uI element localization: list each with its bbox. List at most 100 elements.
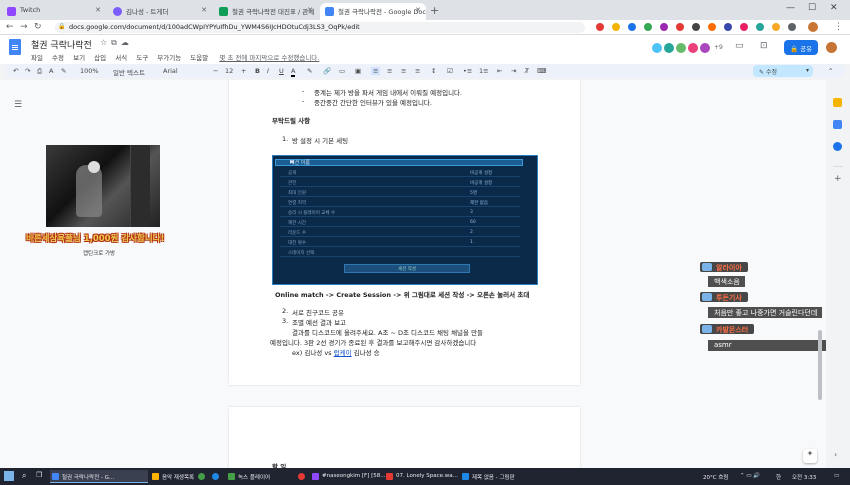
close-icon[interactable]: ✕	[201, 6, 207, 14]
share-button[interactable]: 🔒 공유	[784, 40, 818, 55]
bullet-list-icon[interactable]: •≡	[463, 67, 472, 75]
extension-icon[interactable]	[692, 23, 700, 31]
link-icon[interactable]: 🔗	[323, 67, 331, 75]
extension-icon[interactable]	[772, 23, 780, 31]
menu-file[interactable]: 파일	[31, 54, 43, 62]
cloud-icon[interactable]: ☁	[121, 38, 133, 47]
font-size-decrease[interactable]: −	[213, 67, 218, 75]
app-icon[interactable]	[198, 473, 205, 480]
extension-icon[interactable]	[660, 23, 668, 31]
taskbar-item[interactable]: 음악 재생목록	[150, 470, 196, 483]
docs-home-icon[interactable]	[9, 39, 21, 55]
maximize-icon[interactable]: ☐	[808, 3, 816, 13]
document-page[interactable]: 할 일	[229, 407, 580, 468]
document-title[interactable]: 철권 극락나락전	[31, 38, 92, 51]
back-icon[interactable]: ←	[6, 22, 14, 32]
weather-indicator[interactable]: 20°C 흐림	[703, 473, 728, 481]
forward-icon[interactable]: →	[20, 22, 28, 32]
tasks-icon[interactable]	[833, 142, 842, 151]
redo-icon[interactable]: ↷	[25, 67, 30, 75]
extension-icon[interactable]	[756, 23, 764, 31]
image-icon[interactable]: ▣	[355, 67, 361, 75]
comment-add-icon[interactable]: ▭	[339, 67, 345, 75]
bold-icon[interactable]: B	[255, 67, 260, 75]
collaborator-count[interactable]: +9	[714, 44, 723, 51]
add-addon-icon[interactable]: +	[834, 174, 842, 184]
decrease-indent-icon[interactable]: ⇤	[497, 67, 502, 75]
menu-addons[interactable]: 부가기능	[157, 54, 181, 62]
extension-icon[interactable]	[740, 23, 748, 31]
taskbar-item[interactable]: 철권 극락나락전 - G...	[50, 470, 148, 483]
print-icon[interactable]: ⎙	[37, 67, 42, 76]
increase-indent-icon[interactable]: ⇥	[511, 67, 516, 75]
font-size-input[interactable]: 12	[225, 67, 233, 75]
edge-icon[interactable]	[212, 473, 219, 480]
align-right-icon[interactable]: ≡	[401, 67, 406, 75]
comment-icon[interactable]: ▭	[735, 41, 744, 51]
keyboard-icon[interactable]: ⌨	[537, 67, 546, 75]
text-color-icon[interactable]: A	[291, 67, 296, 77]
justify-icon[interactable]: ≡	[415, 67, 420, 75]
menu-format[interactable]: 서식	[115, 54, 127, 62]
extension-icon[interactable]	[628, 23, 636, 31]
taskbar-item[interactable]: 제목 없음 - 그림판	[460, 470, 528, 483]
editing-mode-select[interactable]: ✎ 수정 ▾	[753, 65, 813, 77]
tab-docs[interactable]: 철권 극락나락전 - Google Docs ✕	[320, 3, 426, 20]
move-icon[interactable]: ⧉	[111, 38, 121, 47]
windows-start-icon[interactable]	[4, 471, 14, 481]
font-size-increase[interactable]: +	[241, 67, 246, 75]
ime-indicator[interactable]: 한	[776, 473, 781, 481]
extension-icon[interactable]	[644, 23, 652, 31]
line-spacing-icon[interactable]: ↕	[431, 67, 436, 75]
close-icon[interactable]: ✕	[415, 6, 421, 14]
spellcheck-icon[interactable]: A	[49, 67, 53, 75]
menu-help[interactable]: 도움말	[190, 54, 208, 62]
zoom-select[interactable]: 100%	[80, 67, 99, 75]
extension-icon[interactable]	[676, 23, 684, 31]
outline-icon[interactable]: ☰	[14, 100, 22, 110]
align-left-icon[interactable]: ≡	[371, 67, 381, 75]
present-icon[interactable]: ⊡	[760, 41, 768, 51]
url-input[interactable]: 🔒 docs.google.com/document/d/100adCWpIYP…	[55, 22, 585, 33]
chevron-up-icon[interactable]: ⌃	[828, 67, 833, 75]
menu-view[interactable]: 보기	[73, 54, 85, 62]
numbered-list-icon[interactable]: 1≡	[479, 67, 489, 75]
last-edit-link[interactable]: 몇 초 전에 마지막으로 수정했습니다.	[219, 54, 319, 62]
new-tab-button[interactable]: +	[430, 4, 439, 17]
paint-format-icon[interactable]: ✎	[61, 67, 66, 75]
undo-icon[interactable]: ↶	[13, 67, 18, 75]
italic-icon[interactable]: I	[267, 67, 269, 75]
avatar[interactable]	[808, 22, 818, 32]
style-select[interactable]: 일반 텍스트	[113, 67, 145, 77]
highlight-icon[interactable]: ✎	[307, 67, 312, 75]
star-icon[interactable]: ☆	[100, 38, 111, 47]
align-center-icon[interactable]: ≡	[387, 67, 392, 75]
taskbar-item[interactable]: 녹스 플레이어	[226, 470, 296, 483]
close-icon[interactable]: ✕	[95, 6, 101, 14]
tray-icons[interactable]: ⌃ ▭ 🔊	[740, 473, 760, 479]
collaborator-avatar[interactable]	[698, 41, 712, 55]
menu-insert[interactable]: 삽입	[94, 54, 106, 62]
underline-icon[interactable]: U	[279, 67, 284, 75]
clock[interactable]: 오전 3:33	[792, 473, 816, 481]
font-select[interactable]: Arial	[163, 67, 178, 75]
tab-tgd[interactable]: 김나성 - 트게더 ✕	[108, 3, 212, 20]
task-view-icon[interactable]: ❐	[36, 471, 42, 479]
menu-edit[interactable]: 수정	[52, 54, 64, 62]
checklist-icon[interactable]: ☑	[447, 67, 453, 75]
chevron-right-icon[interactable]: ›	[834, 450, 837, 459]
taskbar-item[interactable]: 07. Lonely Space.wa...	[384, 470, 458, 483]
avatar[interactable]	[824, 40, 839, 55]
app-icon[interactable]	[298, 473, 305, 480]
extension-icon[interactable]	[612, 23, 620, 31]
tab-sheet[interactable]: 철권 극락나락전 대진표 / 관세 ✕	[214, 3, 318, 20]
document-page[interactable]: - 중계는 제가 방을 파서 게임 내에서 이뤄질 예정입니다. - 중간중간 …	[229, 80, 580, 385]
minimize-icon[interactable]: —	[786, 3, 795, 13]
taskbar-item[interactable]: #naseongkim [F] [58...	[310, 470, 385, 483]
game-settings-screenshot[interactable]: 세션 이름 ◀ ▶ 공개 비공개 설정 관전 비공개 설정 최대 인원 5명 연결 지…	[272, 155, 538, 285]
scrollbar[interactable]	[818, 330, 822, 400]
notification-icon[interactable]: ▭	[834, 473, 839, 479]
more-icon[interactable]: ⋮	[834, 22, 843, 32]
menu-tools[interactable]: 도구	[136, 54, 148, 62]
calendar-icon[interactable]	[833, 120, 842, 129]
